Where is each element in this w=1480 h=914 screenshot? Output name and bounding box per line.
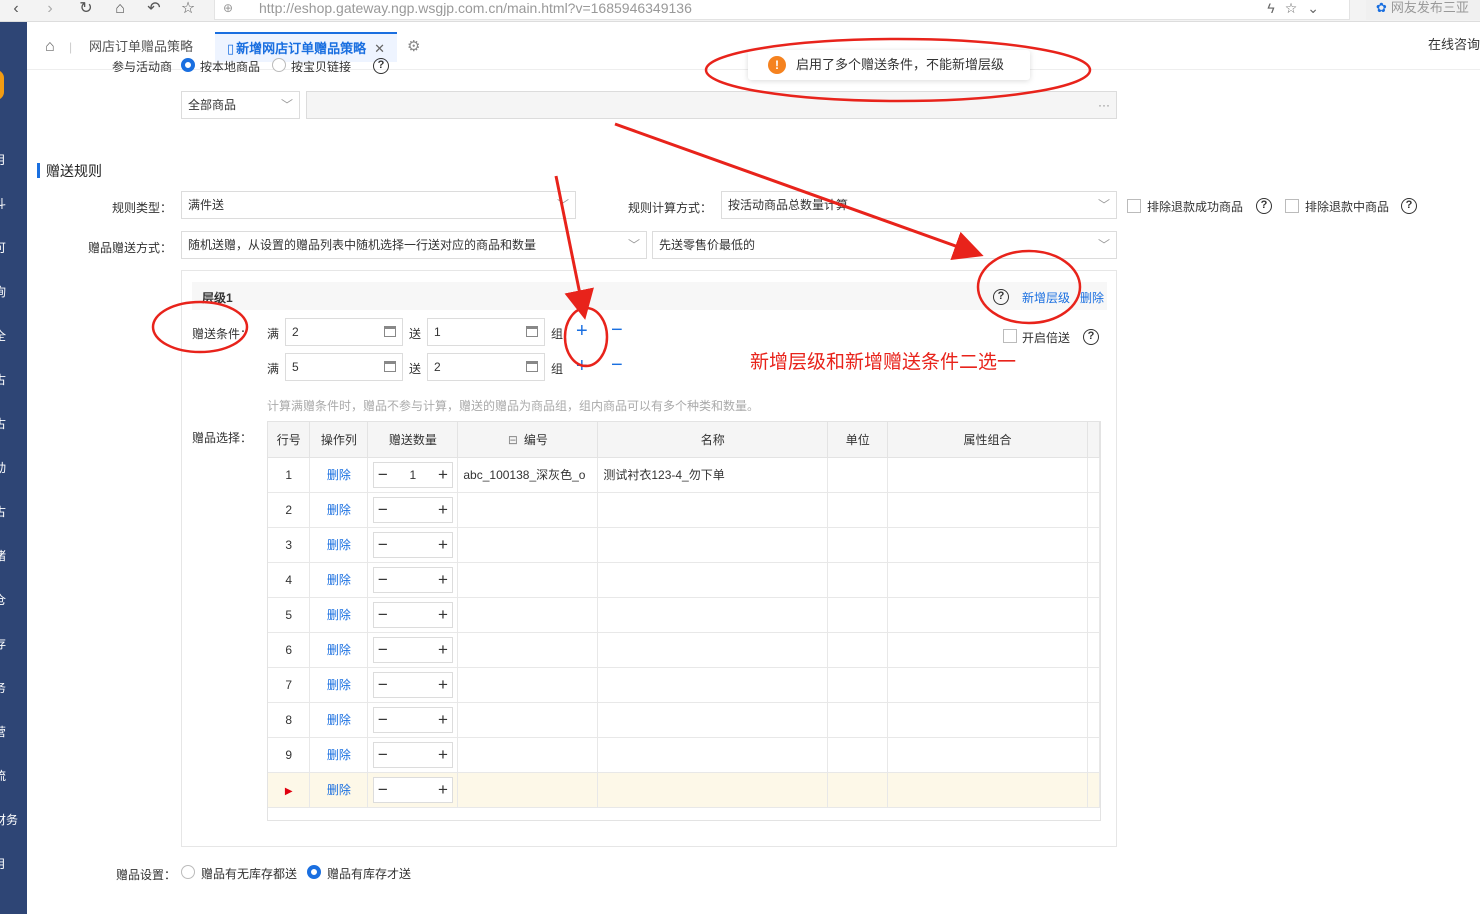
annotation-circle-toast bbox=[704, 37, 1092, 103]
annotation-circle-add-level bbox=[976, 249, 1082, 325]
annotation-circle-plus bbox=[563, 306, 609, 368]
annotation-arrow-to-add-level bbox=[614, 122, 984, 261]
annotation-circle-condition bbox=[151, 300, 249, 354]
annotation-overlay bbox=[151, 37, 1092, 368]
annotation-arrow-to-plus bbox=[554, 175, 594, 320]
